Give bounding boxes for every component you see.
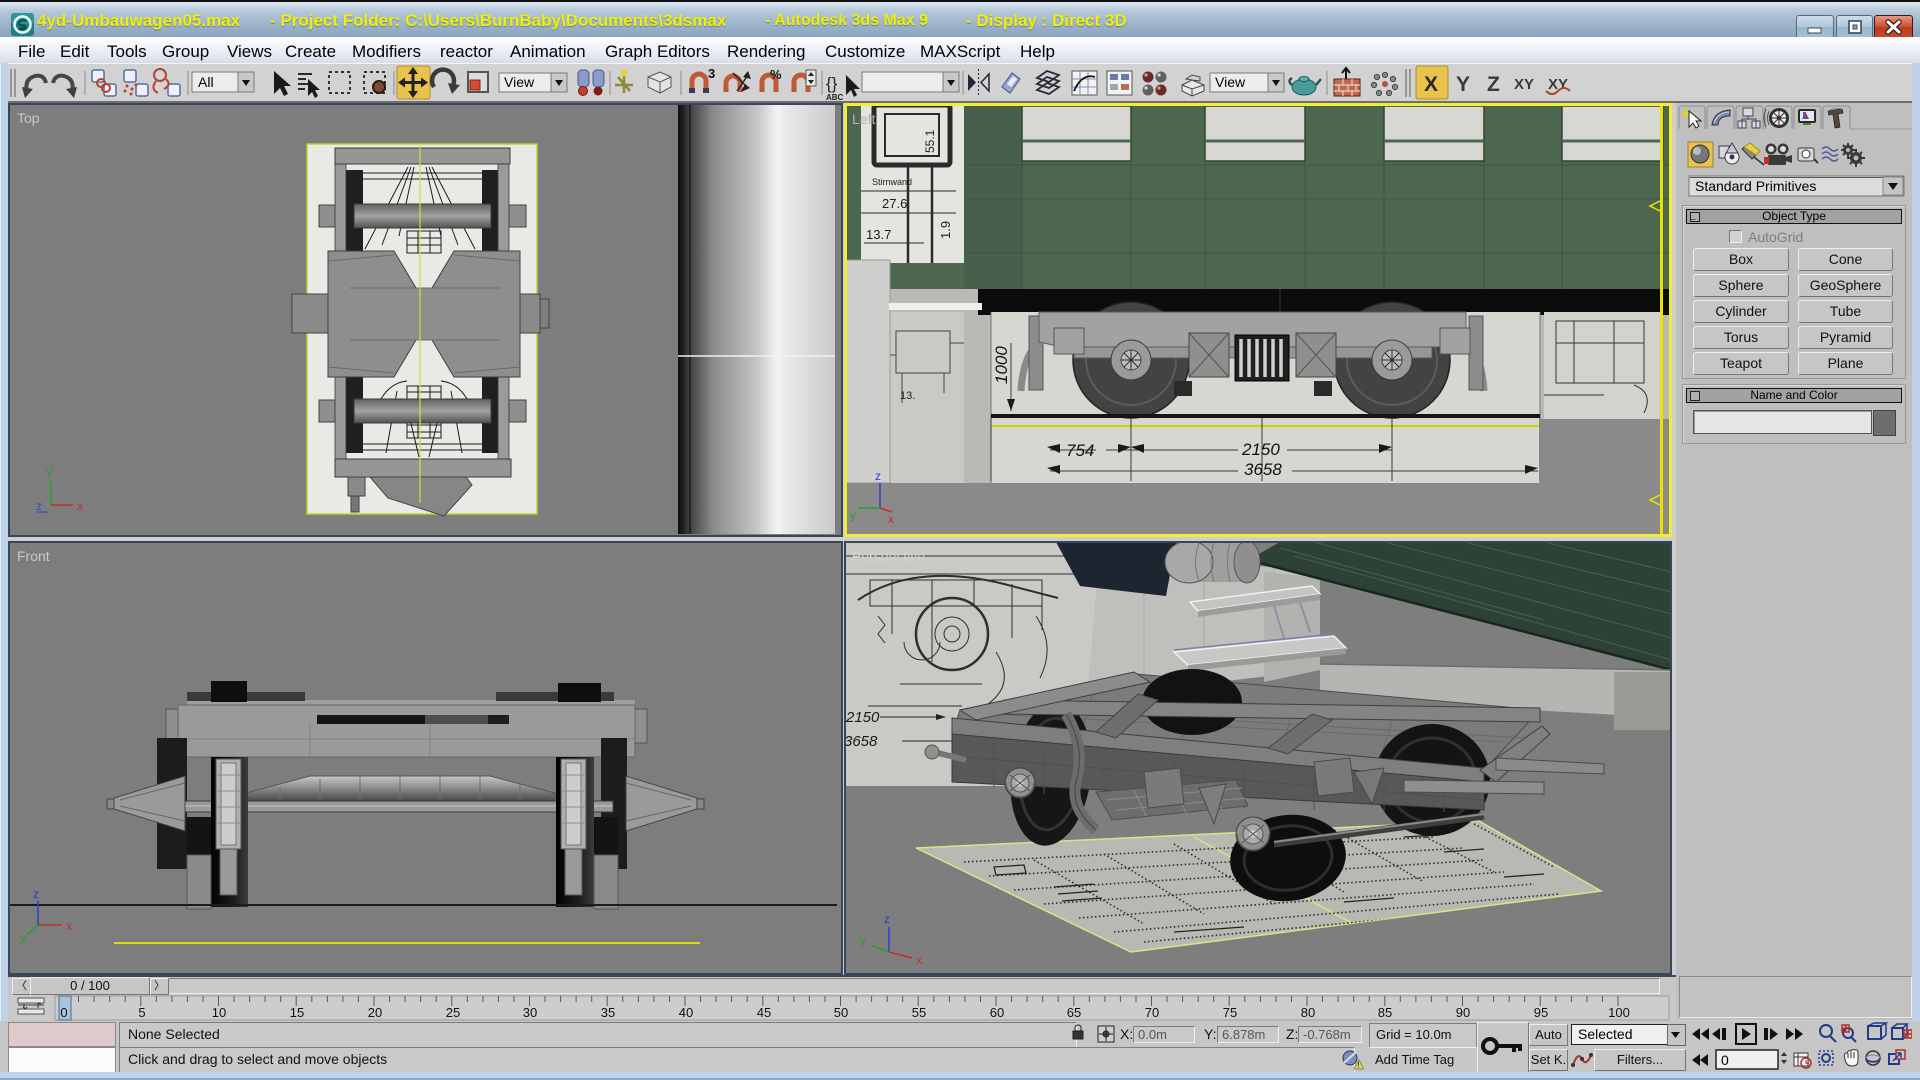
- svg-text:10: 10: [212, 1005, 226, 1020]
- svg-text:5: 5: [138, 1005, 145, 1020]
- svg-text:2150: 2150: [846, 709, 880, 726]
- svg-text:3658: 3658: [846, 733, 878, 750]
- svg-text:View: View: [1215, 74, 1246, 90]
- svg-text:ABC: ABC: [826, 93, 844, 102]
- svg-text:x: x: [916, 953, 922, 967]
- svg-text:Standard Primitives: Standard Primitives: [1695, 178, 1816, 194]
- svg-text:y: y: [20, 931, 26, 945]
- svg-text:Y: Y: [1456, 73, 1470, 96]
- svg-text:13.: 13.: [900, 390, 915, 402]
- svg-text:35: 35: [601, 1005, 615, 1020]
- svg-text:40: 40: [679, 1005, 693, 1020]
- svg-text:3: 3: [708, 66, 715, 81]
- svg-text:1000: 1000: [992, 346, 1011, 384]
- svg-text:0: 0: [1721, 1052, 1729, 1068]
- svg-text:Front: Front: [17, 548, 50, 564]
- svg-text:20: 20: [368, 1005, 382, 1020]
- svg-text:z: z: [33, 887, 39, 901]
- svg-text:y: y: [860, 933, 866, 947]
- svg-text:3658: 3658: [1244, 460, 1282, 479]
- svg-text:x: x: [888, 512, 894, 526]
- svg-text:Y:: Y:: [1204, 1026, 1216, 1042]
- svg-text:Top: Top: [17, 110, 40, 126]
- svg-text:100: 100: [1608, 1005, 1630, 1020]
- svg-text:754: 754: [1066, 441, 1094, 460]
- svg-text:27.6: 27.6: [882, 196, 907, 211]
- svg-text:z: z: [36, 499, 42, 513]
- svg-text:y: y: [850, 508, 856, 522]
- svg-text:30: 30: [523, 1005, 537, 1020]
- svg-text:85: 85: [1378, 1005, 1392, 1020]
- svg-text:75: 75: [1223, 1005, 1237, 1020]
- svg-text:X: X: [1424, 73, 1438, 96]
- svg-text:{}: {}: [826, 74, 838, 93]
- svg-text:95: 95: [1534, 1005, 1548, 1020]
- svg-text:Y: Y: [45, 467, 53, 481]
- svg-text:x: x: [77, 499, 83, 513]
- svg-text:50: 50: [834, 1005, 848, 1020]
- svg-text:65: 65: [1067, 1005, 1081, 1020]
- svg-text:55: 55: [912, 1005, 926, 1020]
- svg-text:25: 25: [446, 1005, 460, 1020]
- svg-text:45: 45: [757, 1005, 771, 1020]
- svg-text:z: z: [875, 469, 881, 483]
- svg-text:Left: Left: [852, 111, 875, 127]
- svg-text:XY: XY: [1514, 76, 1534, 93]
- svg-text:15: 15: [290, 1005, 304, 1020]
- svg-text:13.7: 13.7: [866, 227, 891, 242]
- svg-text:1.9: 1.9: [938, 221, 953, 239]
- svg-text:%: %: [770, 67, 782, 82]
- svg-text:70: 70: [1145, 1005, 1159, 1020]
- svg-text:2150: 2150: [1241, 440, 1280, 459]
- svg-text:Perspective: Perspective: [852, 548, 925, 564]
- svg-text:60: 60: [990, 1005, 1004, 1020]
- svg-text:!: !: [1358, 1061, 1360, 1070]
- svg-text:55.1: 55.1: [923, 129, 937, 153]
- svg-text:x: x: [66, 919, 72, 933]
- svg-text:All: All: [198, 74, 214, 90]
- svg-text:Z: Z: [1487, 73, 1500, 96]
- svg-text:90: 90: [1456, 1005, 1470, 1020]
- svg-text:80: 80: [1301, 1005, 1315, 1020]
- svg-text:X:: X:: [1120, 1026, 1133, 1042]
- svg-text:0: 0: [60, 1005, 67, 1020]
- svg-text:View: View: [504, 74, 535, 90]
- svg-text:z: z: [884, 912, 890, 926]
- svg-text:Z:: Z:: [1286, 1026, 1298, 1042]
- svg-text:Stirnwand: Stirnwand: [872, 177, 912, 187]
